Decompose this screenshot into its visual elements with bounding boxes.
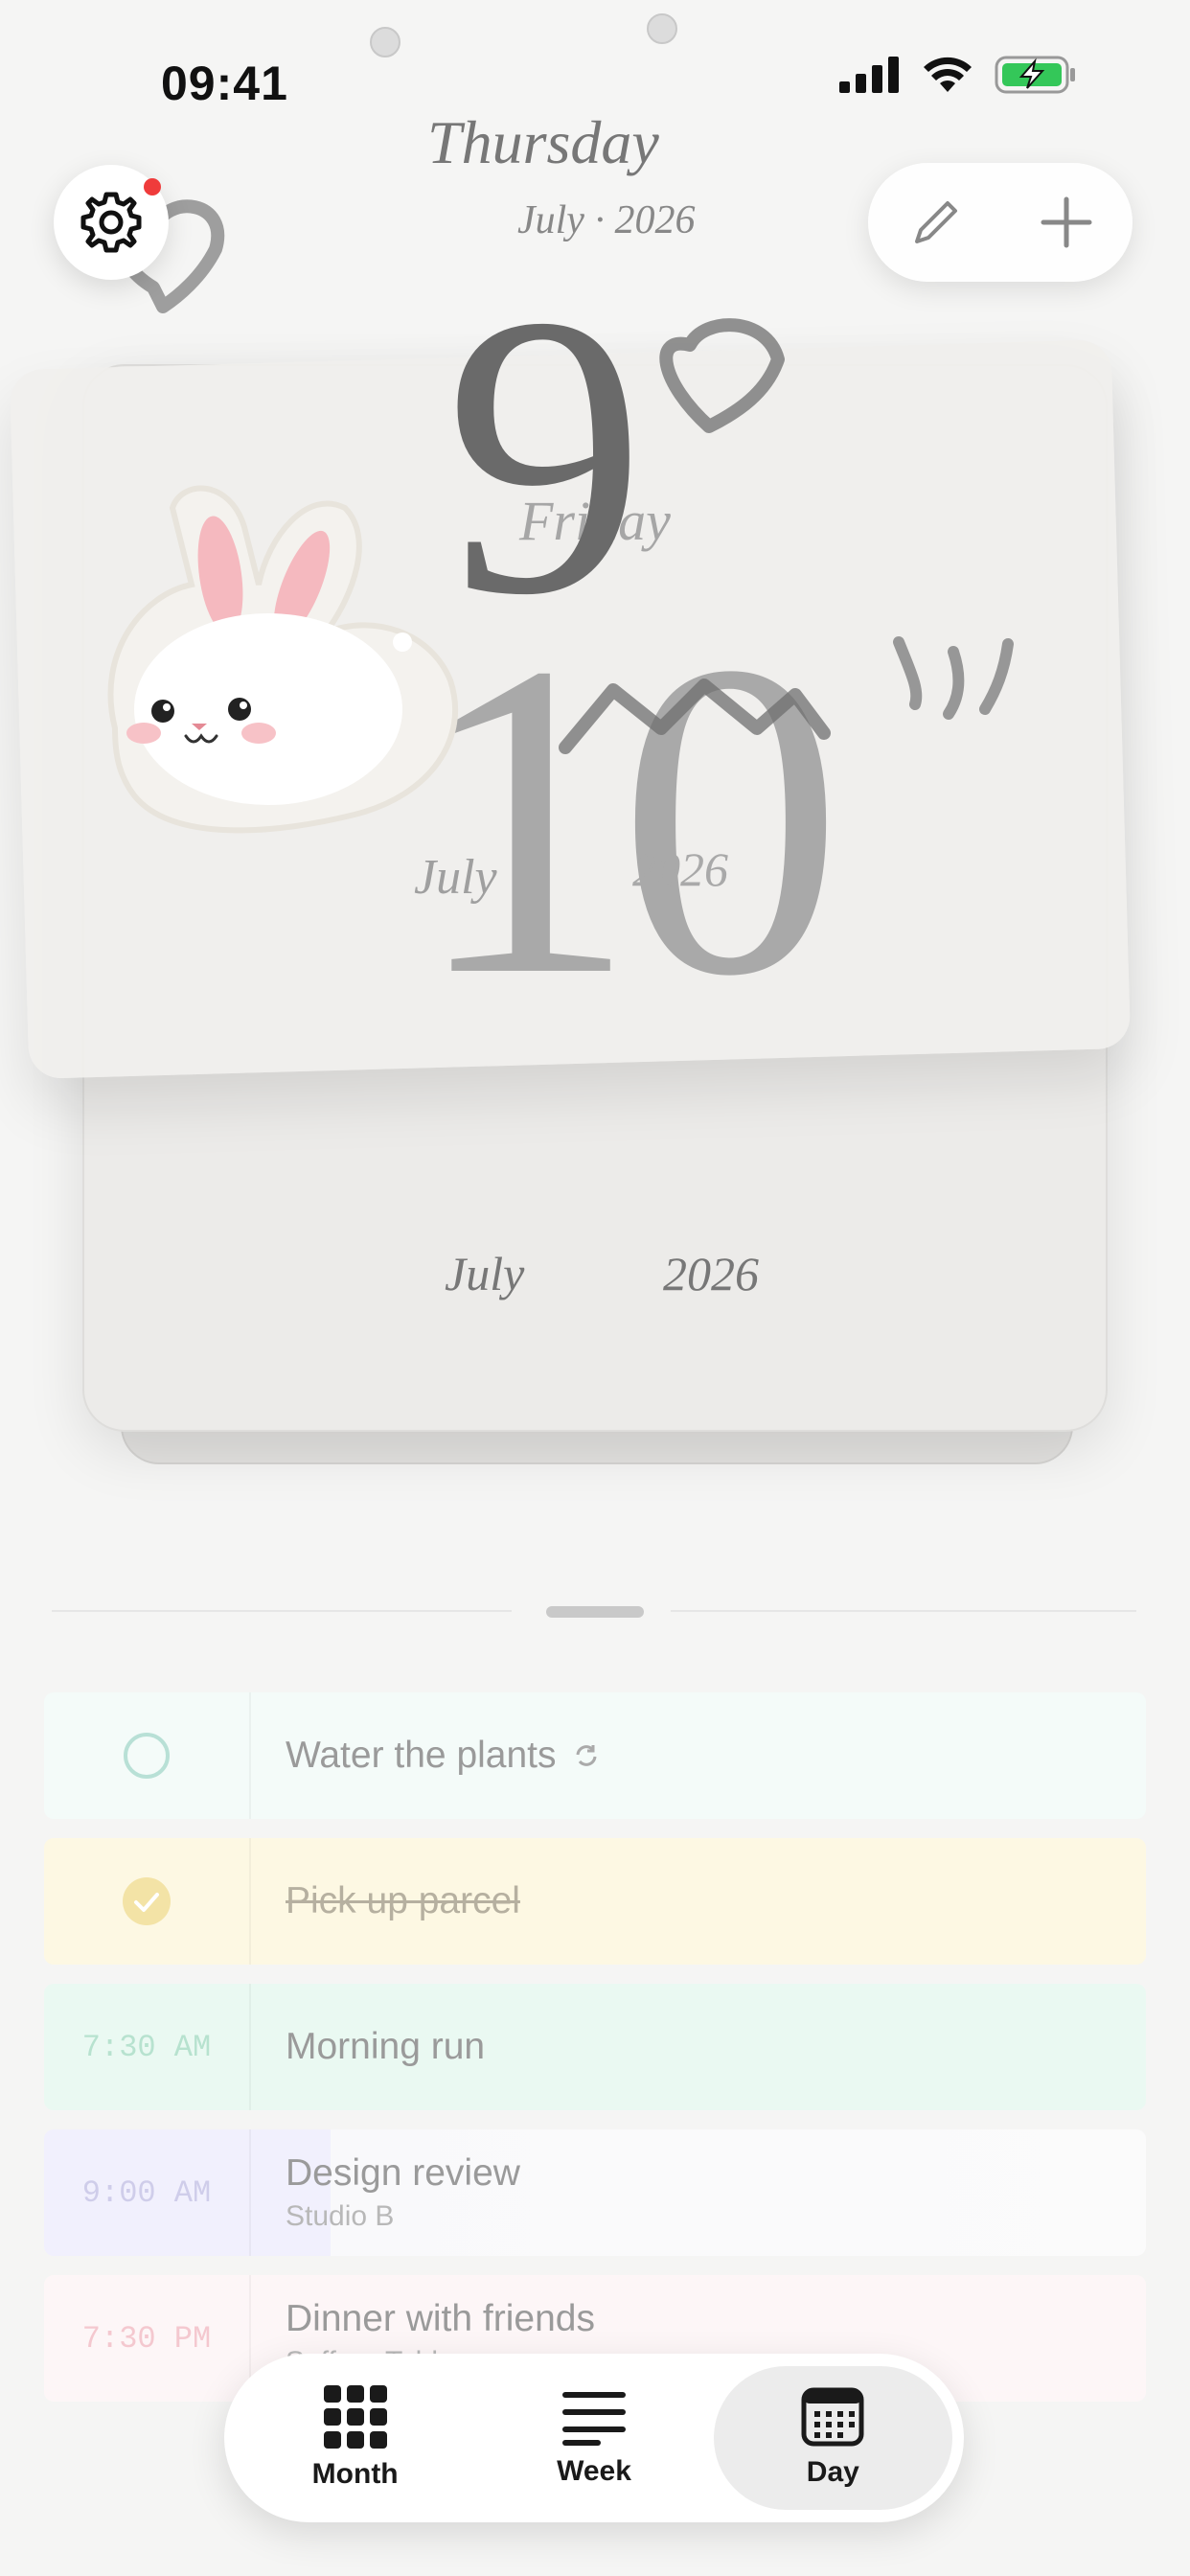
battery-charging-icon — [995, 56, 1075, 94]
open-circle-icon[interactable] — [122, 1731, 172, 1781]
task-title: Morning run — [286, 2026, 486, 2067]
zigzag-doodle — [559, 678, 831, 754]
task-title: Dinner with friends — [286, 2298, 595, 2339]
lines-icon — [561, 2392, 626, 2446]
task-subtitle: Studio B — [286, 2200, 395, 2232]
calendar-icon — [801, 2387, 864, 2447]
task-row[interactable]: 7:30 AM Morning run — [44, 1984, 1146, 2110]
tab-month[interactable]: Month — [236, 2366, 474, 2510]
tab-label: Week — [557, 2455, 631, 2487]
task-row[interactable]: Water the plants — [44, 1692, 1146, 1819]
status-time: 09:41 — [161, 57, 288, 110]
heart-doodle — [659, 318, 785, 433]
sparkle-doodle — [893, 636, 1014, 720]
checkmark-circle-icon[interactable] — [122, 1876, 172, 1926]
task-row[interactable]: 9:00 AM Design review Studio B — [44, 2129, 1146, 2256]
task-time: 7:30 PM — [44, 2275, 251, 2402]
tab-label: Month — [311, 2458, 399, 2490]
grid-icon — [323, 2385, 387, 2449]
gear-icon — [80, 192, 142, 253]
ring-hole — [370, 27, 400, 58]
pencil-icon[interactable] — [905, 194, 963, 251]
wifi-icon — [924, 57, 972, 92]
top-actions-pill — [868, 163, 1133, 282]
back-page-year: 2026 — [663, 1247, 759, 1300]
tab-label: Day — [806, 2456, 859, 2488]
repeat-icon — [576, 1745, 597, 1766]
ring-hole — [647, 13, 677, 44]
tab-week[interactable]: Week — [474, 2366, 713, 2510]
sheet-divider — [671, 1610, 1136, 1612]
status-icons — [839, 56, 1077, 94]
task-status-cell[interactable] — [44, 1692, 251, 1819]
task-time: 9:00 AM — [44, 2129, 251, 2256]
task-row[interactable]: Pick up parcel — [44, 1838, 1146, 1965]
task-title: Pick up parcel — [286, 1880, 520, 1921]
notification-dot — [144, 178, 161, 196]
sheet-divider — [52, 1610, 512, 1612]
task-status-cell[interactable] — [44, 1838, 251, 1965]
cellular-signal-icon — [839, 57, 899, 93]
back-page-month: July — [445, 1247, 525, 1300]
plus-icon[interactable] — [1038, 194, 1095, 251]
tab-bar: Month Week Day — [224, 2354, 964, 2522]
task-title: Water the plants — [286, 1735, 557, 1776]
tab-day[interactable]: Day — [713, 2366, 952, 2510]
task-title: Design review — [286, 2152, 520, 2194]
task-time: 7:30 AM — [44, 1984, 251, 2110]
settings-button[interactable] — [54, 165, 169, 280]
bunny-sticker — [107, 485, 458, 834]
sheet-grabber[interactable] — [546, 1606, 644, 1618]
